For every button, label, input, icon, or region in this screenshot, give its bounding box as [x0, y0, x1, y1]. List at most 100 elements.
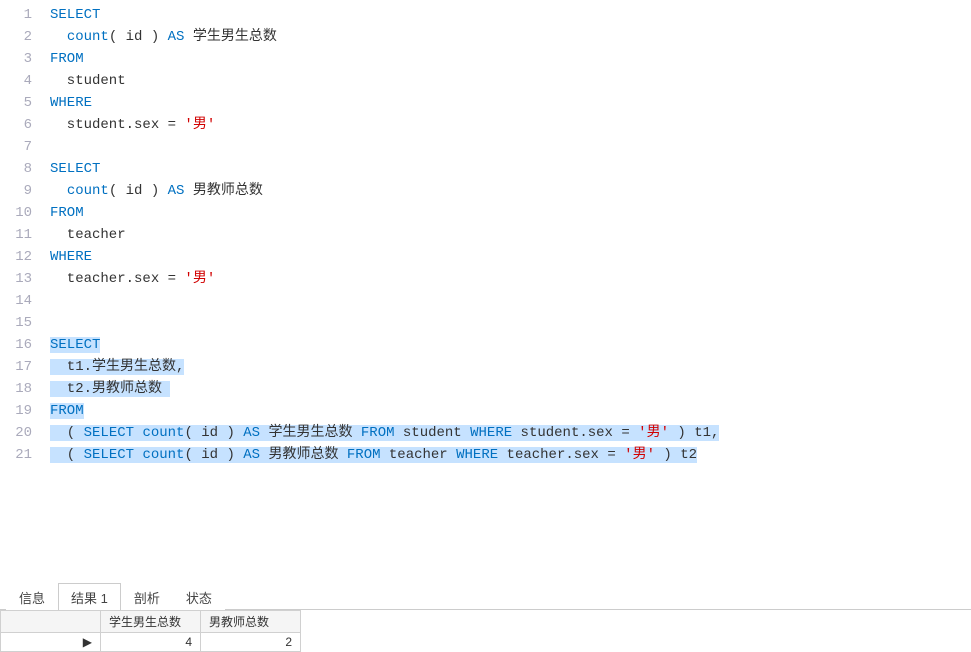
line-number: 15	[0, 312, 32, 334]
code-line[interactable]: t1.学生男生总数,	[50, 356, 971, 378]
code-line[interactable]: teacher	[50, 224, 971, 246]
code-token: FROM	[50, 403, 84, 419]
tab-1[interactable]: 结果 1	[58, 583, 121, 610]
line-number-gutter: 123456789101112131415161718192021	[0, 0, 40, 584]
code-token: '男'	[184, 117, 215, 133]
code-token: FROM	[347, 447, 381, 463]
line-number: 18	[0, 378, 32, 400]
tab-3[interactable]: 状态	[173, 583, 225, 610]
code-line[interactable]: FROM	[50, 400, 971, 422]
code-token: ) t2	[655, 447, 697, 463]
code-token: SELECT	[50, 7, 100, 23]
code-token: WHERE	[50, 249, 92, 265]
code-token: '男'	[624, 447, 655, 463]
code-line[interactable]	[50, 312, 971, 334]
code-token: teacher.sex =	[498, 447, 624, 463]
code-token: count	[142, 447, 184, 463]
code-line[interactable]: ( SELECT count( id ) AS 学生男生总数 FROM stud…	[50, 422, 971, 444]
code-token: 学生男生总数	[184, 29, 276, 45]
code-area[interactable]: SELECT count( id ) AS 学生男生总数FROM student…	[40, 0, 971, 584]
code-line[interactable]: FROM	[50, 48, 971, 70]
code-token: '男'	[638, 425, 669, 441]
code-line[interactable]: FROM	[50, 202, 971, 224]
code-token: AS	[168, 29, 185, 45]
line-number: 1	[0, 4, 32, 26]
code-token: 学生男生总数	[260, 425, 361, 441]
code-token: AS	[243, 425, 260, 441]
row-handle[interactable]: ▶	[1, 633, 101, 652]
code-token: ( id )	[109, 29, 168, 45]
line-number: 11	[0, 224, 32, 246]
code-token: SELECT	[50, 337, 100, 353]
line-number: 3	[0, 48, 32, 70]
code-token: ( id )	[184, 425, 243, 441]
code-token: 男教师总数	[260, 447, 347, 463]
code-token: ( id )	[184, 447, 243, 463]
code-token: AS	[168, 183, 185, 199]
line-number: 2	[0, 26, 32, 48]
code-line[interactable]: t2.男教师总数	[50, 378, 971, 400]
code-line[interactable]: SELECT	[50, 334, 971, 356]
code-line[interactable]	[50, 290, 971, 312]
code-token	[50, 183, 67, 199]
code-line[interactable]: count( id ) AS 学生男生总数	[50, 26, 971, 48]
column-header[interactable]: 学生男生总数	[101, 611, 201, 633]
line-number: 8	[0, 158, 32, 180]
tab-0[interactable]: 信息	[6, 583, 58, 610]
code-token: FROM	[50, 205, 84, 221]
line-number: 17	[0, 356, 32, 378]
line-number: 9	[0, 180, 32, 202]
code-line[interactable]: WHERE	[50, 246, 971, 268]
code-token	[50, 29, 67, 45]
code-token: FROM	[50, 51, 84, 67]
results-panel: 学生男生总数男教师总数▶42	[0, 610, 971, 652]
line-number: 16	[0, 334, 32, 356]
code-line[interactable]: student	[50, 70, 971, 92]
code-token: teacher	[381, 447, 457, 463]
tab-2[interactable]: 剖析	[121, 583, 173, 610]
code-line[interactable]: count( id ) AS 男教师总数	[50, 180, 971, 202]
code-token: WHERE	[470, 425, 512, 441]
code-token: count	[142, 425, 184, 441]
code-token: FROM	[361, 425, 395, 441]
code-token: student.sex =	[512, 425, 638, 441]
code-token: SELECT	[50, 161, 100, 177]
code-token: WHERE	[456, 447, 498, 463]
column-header[interactable]: 男教师总数	[201, 611, 301, 633]
code-token: teacher.sex =	[50, 271, 184, 287]
code-token: student	[50, 73, 126, 89]
line-number: 6	[0, 114, 32, 136]
table-row[interactable]: ▶42	[1, 633, 301, 652]
code-token: student	[395, 425, 471, 441]
table-header-row: 学生男生总数男教师总数	[1, 611, 301, 633]
code-token: ) t1,	[669, 425, 719, 441]
code-line[interactable]: teacher.sex = '男'	[50, 268, 971, 290]
line-number: 21	[0, 444, 32, 466]
code-token: SELECT	[84, 447, 134, 463]
code-line[interactable]	[50, 136, 971, 158]
code-token: t1.学生男生总数,	[50, 359, 184, 375]
code-token: 男教师总数	[184, 183, 262, 199]
line-number: 20	[0, 422, 32, 444]
line-number: 4	[0, 70, 32, 92]
line-number: 7	[0, 136, 32, 158]
line-number: 14	[0, 290, 32, 312]
code-token: t2.男教师总数	[50, 381, 170, 397]
code-token: SELECT	[84, 425, 134, 441]
line-number: 12	[0, 246, 32, 268]
code-token: ( id )	[109, 183, 168, 199]
code-line[interactable]: student.sex = '男'	[50, 114, 971, 136]
table-cell[interactable]: 4	[101, 633, 201, 652]
sql-editor[interactable]: 123456789101112131415161718192021 SELECT…	[0, 0, 971, 584]
code-line[interactable]: ( SELECT count( id ) AS 男教师总数 FROM teach…	[50, 444, 971, 466]
line-number: 10	[0, 202, 32, 224]
code-token: '男'	[184, 271, 215, 287]
code-line[interactable]: SELECT	[50, 158, 971, 180]
code-line[interactable]: WHERE	[50, 92, 971, 114]
line-number: 13	[0, 268, 32, 290]
code-line[interactable]: SELECT	[50, 4, 971, 26]
table-cell[interactable]: 2	[201, 633, 301, 652]
code-token: count	[67, 183, 109, 199]
line-number: 5	[0, 92, 32, 114]
results-table[interactable]: 学生男生总数男教师总数▶42	[0, 610, 301, 652]
